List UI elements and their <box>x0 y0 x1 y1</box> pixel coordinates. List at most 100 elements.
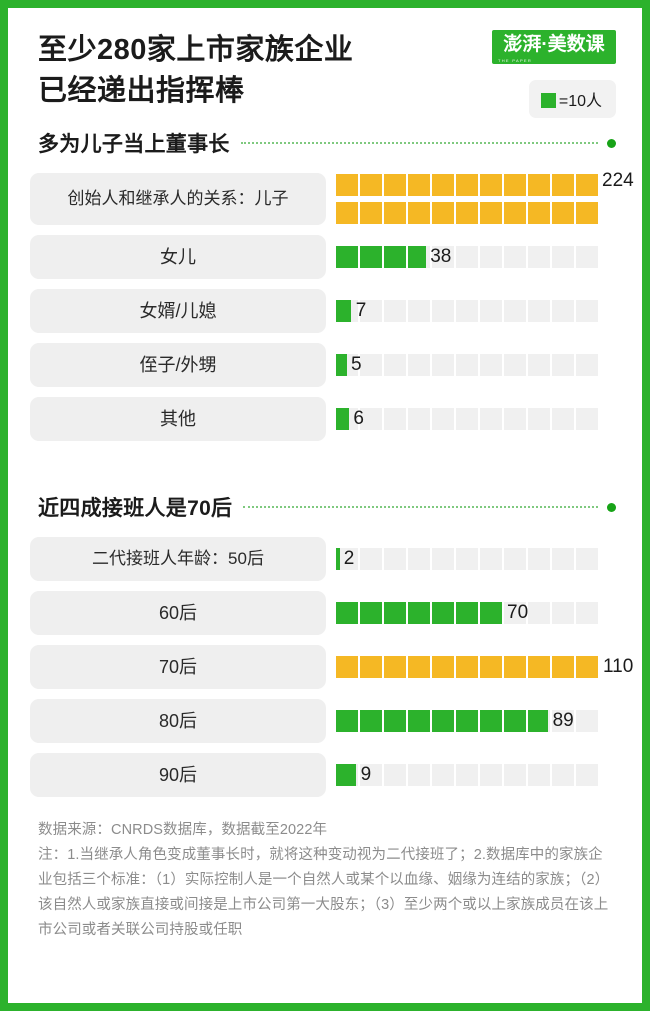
chart-row: 女婿/儿媳7 <box>30 284 620 338</box>
track-cell-fill <box>360 202 382 224</box>
track-cell-fill <box>336 710 358 732</box>
track-cell <box>504 300 528 322</box>
chart-section-1: 多为儿子当上董事长创始人和继承人的关系：儿子224女儿38女婿/儿媳7侄子/外甥… <box>30 126 620 446</box>
track-cell <box>480 246 504 268</box>
row-track-wrap: 7 <box>336 289 620 333</box>
track-cell-fill <box>504 202 526 224</box>
brand-area: 澎湃·美数课 THE PAPER =10人 <box>492 30 616 118</box>
track-cell <box>480 710 504 732</box>
divider-end-dot-icon <box>607 503 616 512</box>
divider-end-dot-icon <box>607 139 616 148</box>
row-track: 89 <box>336 710 600 732</box>
track-cell <box>360 548 384 570</box>
track-cell <box>408 764 432 786</box>
track-cell <box>432 764 456 786</box>
track-cell-fill <box>576 656 598 678</box>
track-cell <box>576 548 600 570</box>
brand-logo: 澎湃·美数课 THE PAPER <box>492 30 616 64</box>
track-cell-fill <box>360 174 382 196</box>
track-cell <box>528 202 552 224</box>
row-track: 2 <box>336 548 600 570</box>
track-cell-fill <box>384 246 406 268</box>
track-cell <box>504 354 528 376</box>
track-cell <box>360 202 384 224</box>
chart-row: 创始人和继承人的关系：儿子224 <box>30 168 620 230</box>
track-cell <box>528 602 552 624</box>
track-cell <box>552 300 576 322</box>
track-cell <box>408 548 432 570</box>
track-cell-fill <box>480 656 502 678</box>
track-cell-fill <box>384 710 406 732</box>
track-cell-fill <box>528 710 548 732</box>
track-cell <box>504 548 528 570</box>
section-heading: 多为儿子当上董事长 <box>30 126 620 160</box>
track-cell <box>432 408 456 430</box>
track-cell <box>528 764 552 786</box>
track-cell-fill <box>384 656 406 678</box>
track-cell-fill <box>528 202 550 224</box>
track-cell <box>336 174 360 196</box>
track-cell-fill <box>504 174 526 196</box>
track-cell-fill <box>360 602 382 624</box>
track-cell <box>528 408 552 430</box>
track-cell <box>576 764 600 786</box>
chart-row: 侄子/外甥5 <box>30 338 620 392</box>
track-cell-fill <box>432 602 454 624</box>
row-track-wrap: 5 <box>336 343 620 387</box>
track-cell-fill <box>576 174 598 196</box>
track-cell <box>384 300 408 322</box>
chart-row: 90后9 <box>30 748 620 802</box>
track-cell <box>456 246 480 268</box>
infographic-poster: 至少280家上市家族企业 已经递出指挥棒 澎湃·美数课 THE PAPER =1… <box>0 0 650 1011</box>
track-cell <box>384 656 408 678</box>
track-line <box>336 174 600 196</box>
row-label: 90后 <box>30 753 326 797</box>
chart-row: 其他6 <box>30 392 620 446</box>
track-cell <box>456 764 480 786</box>
row-value: 2 <box>344 548 355 570</box>
row-track-wrap: 70 <box>336 591 620 635</box>
track-cell <box>384 246 408 268</box>
track-cell <box>576 300 600 322</box>
row-label: 创始人和继承人的关系：儿子 <box>30 173 326 225</box>
section-heading-label: 多为儿子当上董事长 <box>38 128 230 158</box>
track-cell-fill <box>480 602 502 624</box>
track-cell <box>528 300 552 322</box>
track-cell <box>480 656 504 678</box>
track-cell-fill <box>360 246 382 268</box>
row-track: 7 <box>336 300 600 322</box>
track-cell <box>336 202 360 224</box>
row-track: 38 <box>336 246 600 268</box>
track-cell-fill <box>552 174 574 196</box>
track-cell <box>480 300 504 322</box>
row-track-wrap: 2 <box>336 537 620 581</box>
row-track: 224 <box>336 174 600 224</box>
track-line <box>336 300 600 322</box>
track-cell-fill <box>336 202 358 224</box>
track-cell <box>576 174 600 196</box>
track-cell <box>576 202 600 224</box>
track-cell <box>432 202 456 224</box>
track-cell-fill <box>552 202 574 224</box>
track-cell <box>384 174 408 196</box>
poster-header: 至少280家上市家族企业 已经递出指挥棒 澎湃·美数课 THE PAPER =1… <box>30 8 620 120</box>
row-label: 70后 <box>30 645 326 689</box>
track-cell <box>432 548 456 570</box>
track-cell-fill <box>432 174 454 196</box>
track-cell <box>384 710 408 732</box>
track-cell <box>360 174 384 196</box>
track-cell <box>456 548 480 570</box>
chart-row: 二代接班人年龄：50后2 <box>30 532 620 586</box>
track-cell <box>432 710 456 732</box>
track-cell-fill <box>336 548 340 570</box>
track-cell <box>408 602 432 624</box>
track-line <box>336 602 600 624</box>
track-cell <box>480 764 504 786</box>
track-cell-fill <box>408 656 430 678</box>
track-cell-fill <box>336 174 358 196</box>
row-track: 5 <box>336 354 600 376</box>
track-cell-fill <box>528 656 550 678</box>
track-cell <box>528 246 552 268</box>
row-track-wrap: 9 <box>336 753 620 797</box>
footer-note: 注：1.当继承人角色变成董事长时，就将这种变动视为二代接班了；2.数据库中的家族… <box>38 843 612 943</box>
